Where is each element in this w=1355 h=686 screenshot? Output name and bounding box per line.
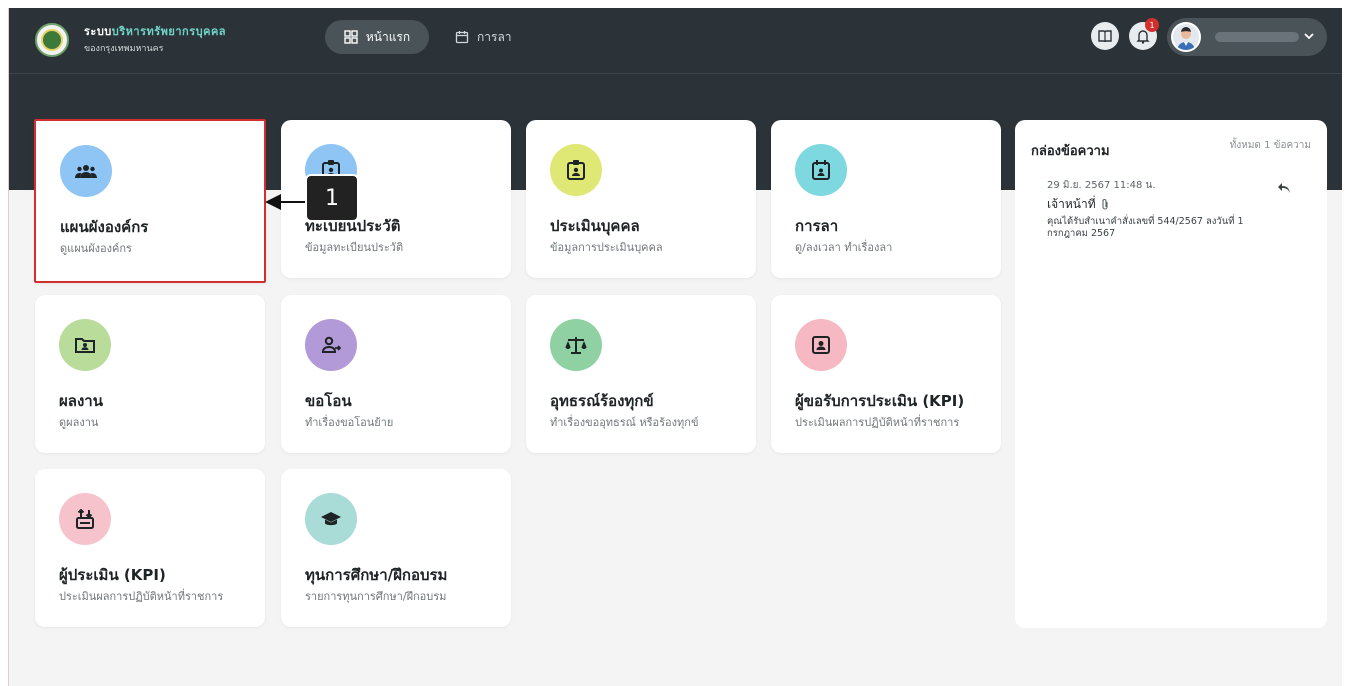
menu-card-subtitle: ดูแผนผังองค์กร (60, 242, 132, 255)
menu-card[interactable]: อุทธรณ์ร้องทุกข์ทำเรื่องขออุทธรณ์ หรือร้… (526, 295, 756, 453)
menu-card-icon-circle (59, 493, 111, 545)
app-frame: ระบบบริหารทรัพยากรบุคคล ของกรุงเทพมหานคร… (8, 8, 1342, 686)
message-body: คุณได้รับสำเนาคำสั่งเลขที่ 544/2567 ลงวั… (1047, 216, 1244, 240)
brand-subtitle: ของกรุงเทพมหานคร (84, 44, 164, 54)
menu-card-subtitle: ดู/ลงเวลา ทำเรื่องลา (795, 241, 893, 254)
scale-icon (565, 336, 587, 354)
menu-card[interactable]: ผู้ประเมิน (KPI) ประเมินผลการปฏิบัติหน้าท… (35, 469, 265, 627)
user-menu[interactable] (1167, 18, 1327, 56)
menu-card-title: ทุนการศึกษา/ฝึกอบรม (305, 566, 448, 584)
menu-card-subtitle: ประเมินผลการปฏิบัติหน้าที่ราชการ (59, 590, 224, 603)
nav-leave-link[interactable]: การลา (455, 20, 512, 54)
sort-arrows-icon (76, 509, 94, 529)
menu-card-icon-circle (305, 319, 357, 371)
reply-icon[interactable] (1277, 182, 1291, 194)
menu-card-icon-circle (550, 319, 602, 371)
user-transfer-icon (321, 336, 341, 354)
message-sender-label: เจ้าหน้าที่ (1047, 197, 1096, 211)
notification-button[interactable]: 1 (1129, 18, 1159, 50)
chevron-down-icon[interactable] (1303, 30, 1315, 42)
user-portrait-icon (1177, 27, 1195, 50)
nav-leave-label: การลา (477, 29, 512, 44)
menu-card[interactable]: ขอโอนทำเรื่องขอโอนย้าย (281, 295, 511, 453)
message-box: กล่องข้อความ ทั้งหมด 1 ข้อความ 29 มิ.ย. … (1015, 120, 1327, 628)
nav-home-button[interactable]: หน้าแรก (325, 20, 429, 54)
menu-card-title: อุทธรณ์ร้องทุกข์ (550, 392, 654, 410)
message-sender: เจ้าหน้าที่ (1047, 195, 1110, 214)
top-bar: ระบบบริหารทรัพยากรบุคคล ของกรุงเทพมหานคร… (9, 8, 1342, 74)
menu-card-icon-circle (550, 144, 602, 196)
menu-card-title: ผู้ขอรับการประเมิน (KPI) (795, 392, 965, 410)
menu-card-subtitle: ประเมินผลการปฏิบัติหน้าที่ราชการ (795, 416, 960, 429)
brand: ระบบบริหารทรัพยากรบุคคล ของกรุงเทพมหานคร (84, 22, 226, 55)
menu-card-icon-circle (795, 319, 847, 371)
menu-card[interactable]: การลาดู/ลงเวลา ทำเรื่องลา (771, 120, 1001, 278)
paperclip-icon (1102, 199, 1108, 210)
menu-card[interactable]: ทุนการศึกษา/ฝึกอบรมรายการทุนการศึกษา/ฝึก… (281, 469, 511, 627)
message-box-title: กล่องข้อความ (1031, 144, 1110, 159)
menu-card[interactable]: แผนผังองค์กรดูแผนผังองค์กร (34, 119, 266, 283)
graduation-cap-icon (320, 511, 342, 527)
brand-title-prefix: ระบบ (84, 25, 112, 38)
menu-card-subtitle: ข้อมูลทะเบียนประวัติ (305, 241, 404, 254)
menu-card-subtitle: ทำเรื่องขอโอนย้าย (305, 416, 394, 429)
menu-card-subtitle: รายการทุนการศึกษา/ฝึกอบรม (305, 590, 447, 603)
people-group-icon (75, 163, 97, 179)
calendar-icon (455, 31, 469, 44)
menu-card-subtitle: ทำเรื่องขออุทธรณ์ หรือร้องทุกข์ (550, 416, 699, 429)
menu-card-icon-circle (60, 145, 112, 197)
menu-card-title: ประเมินบุคคล (550, 217, 640, 235)
menu-card-icon-circle (59, 319, 111, 371)
portrait-frame-icon (812, 336, 830, 354)
menu-card-subtitle: ข้อมูลการประเมินบุคคล (550, 241, 663, 254)
message-count: ทั้งหมด 1 ข้อความ (1229, 140, 1311, 151)
menu-card-subtitle: ดูผลงาน (59, 416, 99, 429)
brand-title-accent: บริหารทรัพยากรบุคคล (111, 25, 227, 38)
menu-card-icon-circle (305, 493, 357, 545)
step-callout: 1 (305, 174, 359, 222)
brand-title: ระบบบริหารทรัพยากรบุคคล (84, 22, 226, 40)
user-name-redacted (1215, 32, 1299, 42)
menu-card-icon-circle (795, 144, 847, 196)
menu-card[interactable]: ผู้ขอรับการประเมิน (KPI) ประเมินผลการปฏิบ… (771, 295, 1001, 453)
grid-icon (344, 30, 358, 44)
nav-home-label: หน้าแรก (365, 29, 411, 44)
calendar-user-icon (812, 160, 830, 180)
notification-badge: 1 (1145, 18, 1159, 32)
manual-button[interactable] (1091, 22, 1119, 50)
message-date: 29 มิ.ย. 2567 11:48 น. (1047, 180, 1156, 191)
callout-arrow-head (265, 194, 281, 210)
logo[interactable] (35, 23, 69, 57)
menu-card-title: ผู้ประเมิน (KPI) (59, 566, 166, 584)
menu-card-title: การลา (795, 217, 839, 235)
clipboard-user-icon (567, 160, 585, 180)
menu-card[interactable]: ผลงานดูผลงาน (35, 295, 265, 453)
folder-user-icon (75, 337, 95, 353)
book-icon (1098, 30, 1112, 42)
callout-arrow-line (281, 201, 307, 203)
menu-card[interactable]: ประเมินบุคคลข้อมูลการประเมินบุคคล (526, 120, 756, 278)
avatar (1171, 22, 1201, 52)
menu-card-title: ขอโอน (305, 392, 352, 410)
menu-card-title: แผนผังองค์กร (60, 218, 149, 236)
menu-card-title: ผลงาน (59, 392, 103, 410)
